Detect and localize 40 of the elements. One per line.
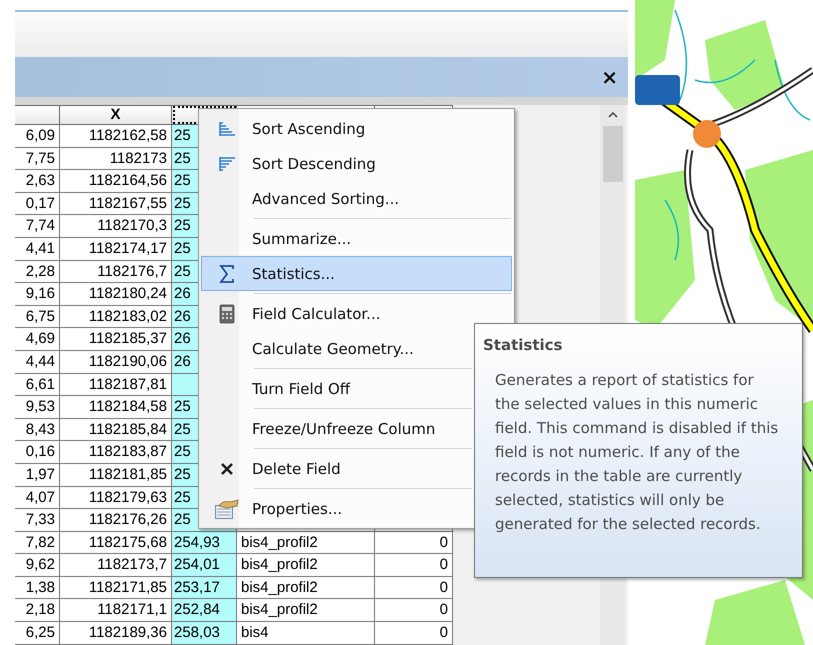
table-cell: 0,17 <box>15 192 60 216</box>
table-cell: 6,61 <box>15 374 60 396</box>
table-cell: 254,01 <box>172 554 237 577</box>
table-cell: 9,16 <box>15 283 60 306</box>
table-cell: 9,53 <box>15 396 60 419</box>
table-cell: 4,07 <box>15 486 60 510</box>
table-cell: 7,82 <box>15 532 60 554</box>
table-cell: bis4_profil2 <box>237 599 375 622</box>
table-cell: bis4_profil2 <box>237 532 375 554</box>
table-cell: 2,63 <box>15 170 60 193</box>
table-cell: 4,41 <box>15 238 60 261</box>
table-cell: 7,33 <box>15 509 60 532</box>
table-cell: 1,97 <box>15 464 60 486</box>
table-cell: 1,38 <box>15 576 60 600</box>
table-cell: 0 <box>375 532 453 554</box>
table-cell: 0 <box>375 576 453 600</box>
table-cell: 0 <box>375 554 453 577</box>
table-cell: 7,74 <box>15 215 60 238</box>
table-cell: 0 <box>375 622 453 645</box>
tooltip-text: Generates a report of statistics for the selected values in this numeric field. This command is disabled if this field is not numeric. If any of the records in the table are currently selected, statistics will only be generated for the selected records. <box>494 370 779 535</box>
table-cell: 4,44 <box>15 350 60 374</box>
table-cell: 253,17 <box>172 576 237 600</box>
table-cell: 8,43 <box>15 418 60 442</box>
table-cell: 6,09 <box>15 125 60 148</box>
table-cell: 254,93 <box>172 532 237 554</box>
table-cell: 6,25 <box>15 622 60 645</box>
table-cell: 252,84 <box>172 599 237 622</box>
table-cell: 7,75 <box>15 148 60 170</box>
table-cell: 2,28 <box>15 260 60 284</box>
table-cell: 0 <box>375 599 453 622</box>
table-cell: bis4_profil2 <box>237 576 375 600</box>
table-cell: bis4 <box>237 622 375 645</box>
tooltip-title: Statistics <box>483 336 564 354</box>
table-cell: 4,69 <box>15 328 60 351</box>
table-cell: 2,18 <box>15 599 60 622</box>
table-cell: 0,16 <box>15 441 60 464</box>
table-cell: 9,62 <box>15 554 60 577</box>
table-cell: 6,75 <box>15 306 60 328</box>
table-cell: 258,03 <box>172 622 237 645</box>
table-cell: bis4_profil2 <box>237 554 375 577</box>
